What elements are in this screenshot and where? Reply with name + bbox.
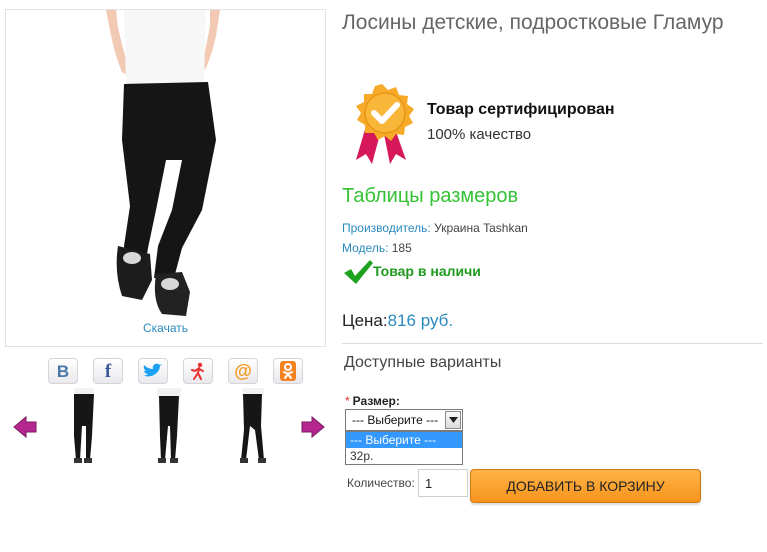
price: Цена:816 руб. [342, 311, 453, 331]
product-thumbnail[interactable] [60, 386, 108, 466]
model-label: Модель: [342, 241, 389, 255]
certified-title: Товар сертифицирован [427, 101, 615, 118]
arrow-left-icon [13, 415, 37, 439]
vkontakte-share-button[interactable]: В [48, 358, 78, 384]
certified-badge-icon [348, 82, 418, 166]
certified-subtitle: 100% качество [427, 126, 532, 143]
size-label: * Размер: [345, 394, 400, 408]
product-title: Лосины детские, подростковые Гламур [342, 11, 724, 34]
main-product-image[interactable] [5, 9, 326, 347]
stock-check-icon [342, 259, 374, 285]
size-dropdown-list: --- Выберите --- 32р. [345, 431, 463, 465]
manufacturer-value: Украина Tashkan [434, 221, 528, 235]
manufacturer-label[interactable]: Производитель: [342, 221, 431, 235]
mailru-icon: @ [234, 361, 252, 381]
add-to-cart-button[interactable]: ДОБАВИТЬ В КОРЗИНУ [470, 469, 701, 503]
size-table-link[interactable]: Таблицы размеров [342, 185, 518, 208]
size-option[interactable]: --- Выберите --- [346, 432, 462, 448]
manufacturer-row: Производитель: Украина Tashkan [342, 221, 528, 235]
required-marker: * [345, 394, 350, 408]
product-thumbnail[interactable] [145, 386, 193, 466]
model-row: Модель: 185 [342, 241, 412, 255]
price-label: Цена: [342, 311, 388, 330]
arrow-right-icon [301, 415, 325, 439]
divider [342, 343, 763, 344]
size-option[interactable]: 32р. [346, 448, 462, 464]
moikrug-icon [191, 362, 204, 380]
product-thumbnail[interactable] [228, 386, 276, 466]
size-select[interactable]: --- Выберите --- [345, 409, 463, 431]
download-link[interactable]: Скачать [5, 321, 326, 335]
leggings-photo [106, 10, 220, 316]
vkontakte-icon: В [56, 361, 70, 381]
facebook-share-button[interactable]: f [93, 358, 123, 384]
odnoklassniki-icon [280, 361, 296, 381]
price-value: 816 руб. [387, 311, 454, 330]
size-select-value: --- Выберите --- [352, 413, 439, 427]
next-thumb-arrow[interactable] [300, 414, 326, 440]
moikrug-share-button[interactable] [183, 358, 213, 384]
model-value: 185 [391, 241, 412, 255]
twitter-share-button[interactable] [138, 358, 168, 384]
twitter-icon [143, 363, 163, 377]
facebook-icon: f [104, 360, 112, 382]
size-label-text: Размер: [352, 394, 400, 408]
variants-title: Доступные варианты [344, 354, 502, 371]
quantity-label: Количество: [347, 476, 415, 490]
odnoklassniki-share-button[interactable] [273, 358, 303, 384]
quantity-input[interactable] [418, 469, 468, 497]
mailru-share-button[interactable]: @ [228, 358, 258, 384]
prev-thumb-arrow[interactable] [12, 414, 38, 440]
chevron-down-icon[interactable] [445, 411, 461, 429]
stock-status: Товар в наличи [373, 263, 481, 279]
